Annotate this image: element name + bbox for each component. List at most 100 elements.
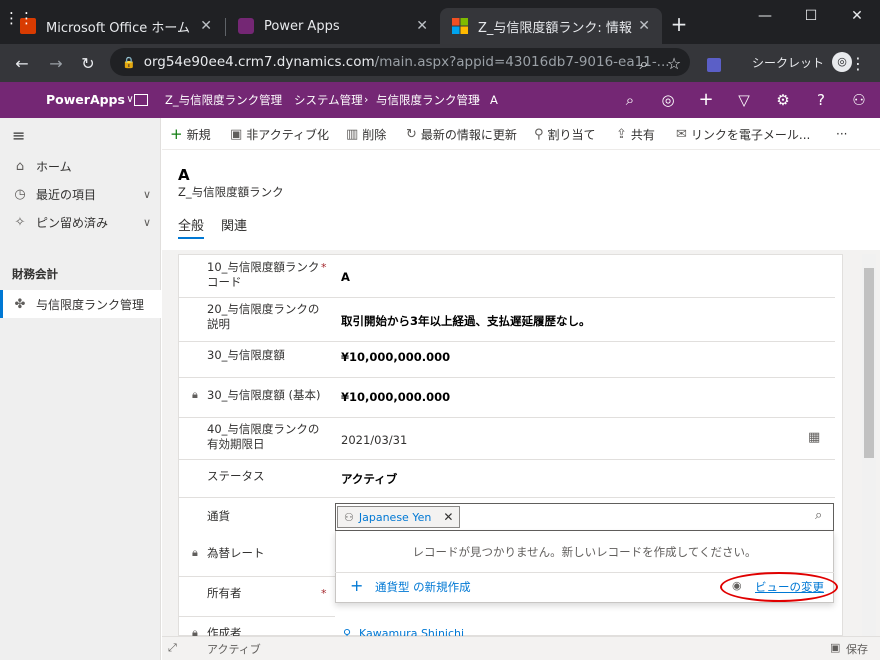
- back-arrow-icon[interactable]: ←: [10, 52, 34, 76]
- browser-tab-powerapps[interactable]: Power Apps ✕: [226, 8, 440, 44]
- star-icon[interactable]: ☆: [662, 52, 686, 76]
- status-bar: [162, 636, 880, 660]
- field-value-credit-limit[interactable]: ¥10,000,000.000: [341, 350, 450, 364]
- minimize-button[interactable]: —: [742, 0, 788, 32]
- command-label: 削除: [362, 127, 387, 142]
- app-launcher-icon[interactable]: ⋮⋮: [4, 0, 34, 36]
- share-button[interactable]: ⇪ 共有: [616, 118, 655, 150]
- app-name[interactable]: PowerApps: [46, 82, 125, 118]
- lookup-no-records: レコードが見つかりません。新しいレコードを作成してください。: [412, 545, 757, 559]
- nav-item-label: 与信限度ランク管理: [36, 297, 145, 312]
- close-icon[interactable]: ✕: [638, 18, 650, 34]
- extension-icon[interactable]: [702, 52, 726, 76]
- help-icon[interactable]: ?: [807, 82, 835, 118]
- tab-title: Z_与信限度額ランク: 情報（全: [478, 20, 638, 36]
- lock-icon: 🔒︎: [192, 546, 198, 559]
- browser-tab-record[interactable]: Z_与信限度額ランク: 情報（全 ✕: [440, 8, 662, 44]
- hamburger-icon[interactable]: ≡: [12, 126, 25, 145]
- field-value-description[interactable]: 取引開始から3年以上経過、支払遅延履歴なし。: [341, 313, 591, 329]
- incognito-indicator[interactable]: シークレット ◎: [752, 50, 853, 74]
- breadcrumb-area[interactable]: システム管理: [294, 82, 363, 118]
- plus-icon: +: [170, 125, 183, 143]
- user-icon[interactable]: ⚇: [845, 82, 873, 118]
- nav-item-home[interactable]: ⌂ ホーム: [0, 152, 161, 180]
- field-label-expiry-date: 40_与信限度ランクの 有効期限日: [207, 422, 320, 451]
- browser-tab-office[interactable]: Microsoft Office ホーム ✕: [8, 8, 224, 44]
- close-icon[interactable]: ✕: [443, 510, 453, 524]
- field-label-description: 20_与信限度ランクの 説明: [207, 302, 320, 331]
- save-icon[interactable]: ▣: [830, 641, 840, 654]
- field-value-rank-code[interactable]: A: [341, 270, 350, 284]
- command-label: リンクを電子メール...: [690, 127, 811, 142]
- breadcrumb-app[interactable]: Z_与信限度ランク管理: [165, 82, 282, 118]
- new-currency-button[interactable]: 通貨型 の新規作成: [375, 579, 471, 595]
- chevron-down-icon[interactable]: ∨: [143, 188, 151, 201]
- nav-item-pinned[interactable]: ✧ ピン留め済み ∨: [0, 208, 161, 236]
- deactivate-button[interactable]: ▣ 非アクティブ化: [230, 118, 329, 150]
- tab-general[interactable]: 全般: [178, 215, 205, 239]
- field-label-exchange-rate: 為替レート: [207, 546, 265, 560]
- currency-tag[interactable]: ⚇ Japanese Yen ✕: [337, 506, 461, 528]
- email-icon: ✉: [676, 126, 687, 142]
- highlight-annotation: [720, 572, 838, 602]
- zoom-search-icon[interactable]: ⌕: [632, 52, 656, 76]
- close-icon[interactable]: ✕: [200, 18, 212, 34]
- calendar-icon[interactable]: ▦: [808, 430, 820, 445]
- browser-menu-icon[interactable]: ⋮: [846, 52, 870, 76]
- refresh-button[interactable]: ↻ 最新の情報に更新: [406, 118, 517, 150]
- reload-icon[interactable]: ↻: [76, 52, 100, 76]
- close-icon[interactable]: ✕: [416, 18, 428, 34]
- forward-arrow-icon[interactable]: →: [44, 52, 68, 76]
- tab-title: Power Apps: [264, 18, 340, 34]
- pin-icon: ✧: [14, 214, 26, 230]
- scrollbar-thumb[interactable]: [864, 268, 874, 458]
- puzzle-icon: ✤: [14, 296, 26, 312]
- form-row: [178, 617, 835, 636]
- currency-tag-label: Japanese Yen: [358, 510, 432, 524]
- required-indicator: *: [321, 587, 327, 600]
- command-label: 共有: [630, 127, 655, 142]
- search-icon[interactable]: ⌕: [815, 508, 822, 523]
- field-label-credit-limit: 30_与信限度額: [207, 348, 285, 362]
- form-row: [178, 460, 835, 498]
- search-icon[interactable]: ⌕: [616, 82, 644, 118]
- maximize-button[interactable]: ☐: [788, 0, 834, 32]
- email-link-button[interactable]: ✉ リンクを電子メール...: [676, 118, 810, 150]
- nav-item-credit-rank[interactable]: ✤ 与信限度ランク管理: [0, 290, 161, 318]
- clock-icon: ◷: [14, 186, 26, 202]
- expand-icon[interactable]: ⤢: [168, 641, 177, 655]
- currency-icon: ⚇: [344, 510, 354, 524]
- command-label: 最新の情報に更新: [420, 127, 517, 142]
- window-close-button[interactable]: ✕: [834, 0, 880, 32]
- filter-icon[interactable]: ▽: [730, 82, 758, 118]
- command-label: 非アクティブ化: [246, 127, 329, 142]
- url-input[interactable]: 🔒 org54e90ee4.crm7.dynamics.com /main.as…: [110, 48, 690, 76]
- command-label: 割り当て: [547, 127, 596, 142]
- breadcrumb-separator-icon: ›: [364, 93, 369, 106]
- app-switch-icon[interactable]: [134, 94, 148, 106]
- url-host: org54e90ee4.crm7.dynamics.com: [143, 54, 375, 70]
- delete-button[interactable]: ▥ 削除: [346, 118, 386, 150]
- trash-icon: ▥: [346, 126, 359, 142]
- new-tab-button[interactable]: +: [665, 10, 693, 38]
- more-commands-button[interactable]: ···: [836, 118, 847, 150]
- plus-icon[interactable]: +: [692, 82, 720, 118]
- share-icon: ⇪: [616, 126, 627, 142]
- gear-icon[interactable]: ⚙: [769, 82, 797, 118]
- field-value-expiry-date[interactable]: 2021/03/31: [341, 433, 407, 447]
- microsoft-logo-icon: [452, 18, 468, 34]
- breadcrumb-record: A: [490, 93, 498, 107]
- record-entity-name: Z_与信限度額ランク: [178, 185, 284, 199]
- plus-icon: +: [350, 576, 364, 595]
- assign-button[interactable]: ⚲ 割り当て: [534, 118, 596, 150]
- new-button[interactable]: + 新規: [170, 118, 211, 150]
- refresh-icon: ↻: [406, 126, 417, 142]
- incognito-label: シークレット: [752, 55, 825, 70]
- nav-item-recent[interactable]: ◷ 最近の項目 ∨: [0, 180, 161, 208]
- save-button[interactable]: 保存: [846, 641, 868, 657]
- task-icon[interactable]: ◎: [654, 82, 682, 118]
- chevron-down-icon[interactable]: ∨: [143, 216, 151, 229]
- tab-related[interactable]: 関連: [221, 215, 247, 239]
- breadcrumb-entity[interactable]: 与信限度ランク管理: [376, 82, 480, 118]
- record-status: アクティブ: [207, 643, 261, 656]
